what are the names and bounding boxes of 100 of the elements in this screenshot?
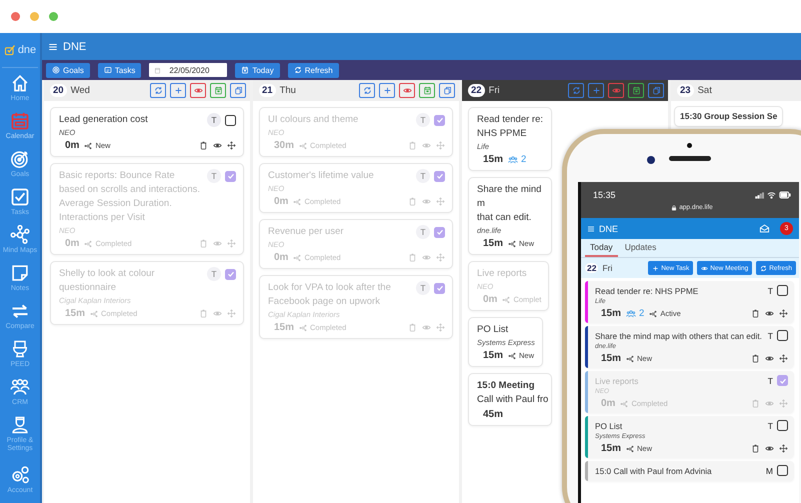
date-field[interactable]: 22/05/2020: [149, 63, 228, 77]
nodes-icon: [293, 198, 302, 206]
trash-icon[interactable]: [751, 309, 760, 318]
copy-button[interactable]: [648, 83, 664, 98]
battery-icon: [779, 189, 791, 201]
card-title: Customer's lifetime value: [268, 169, 375, 183]
eye-icon[interactable]: [765, 444, 774, 453]
toolbar-button[interactable]: Today: [235, 62, 280, 78]
duration: 45m: [483, 409, 504, 420]
move-icon[interactable]: [779, 444, 788, 453]
refresh-icon: [154, 86, 162, 95]
refresh-button[interactable]: [359, 83, 375, 98]
checkbox[interactable]: [434, 226, 445, 238]
plus-button[interactable]: [379, 83, 395, 98]
nodes-icon: [90, 310, 98, 318]
task-card[interactable]: 15:0 Call with Paul from Advinia M: [585, 461, 794, 481]
menu-icon[interactable]: [48, 42, 58, 52]
card-title: Shelly to look at colour questionnaire: [59, 267, 156, 295]
eye-icon[interactable]: [765, 309, 774, 318]
camera-lens: [647, 156, 655, 164]
eye-button[interactable]: [399, 83, 415, 98]
type-badge: T: [416, 113, 430, 127]
checkbox[interactable]: [777, 330, 788, 341]
plus-button[interactable]: [588, 83, 604, 98]
checkbox[interactable]: [777, 465, 788, 476]
day-number: 23: [677, 84, 694, 97]
plus-button[interactable]: [170, 83, 186, 98]
checkbox[interactable]: [225, 114, 236, 126]
eye-icon[interactable]: [765, 354, 774, 363]
type-badge: T: [416, 169, 430, 183]
tab[interactable]: Updates: [620, 239, 662, 257]
move-icon[interactable]: [779, 309, 788, 318]
checkbox[interactable]: [777, 285, 788, 296]
checkbox[interactable]: [225, 268, 236, 280]
type-badge: T: [207, 113, 221, 127]
calendar-icon: [154, 66, 162, 74]
plus-icon: [382, 86, 392, 95]
duration: 0m: [65, 140, 80, 151]
nodes-icon: [626, 354, 634, 362]
day-number: 22: [468, 84, 485, 97]
card-title: Look for VPA to look after the Facebook page on upwork: [268, 281, 392, 309]
nodes-icon: [620, 400, 628, 408]
copy-button[interactable]: [230, 83, 246, 98]
checkbox[interactable]: [777, 375, 788, 386]
trash-icon[interactable]: [751, 354, 760, 363]
card-title: Read tender re: NHS PPME: [595, 285, 700, 297]
meeting-card[interactable]: 15:0 Meeting Call with Paul fro 45m: [468, 373, 552, 426]
eye-icon[interactable]: [213, 141, 222, 150]
calendar-button[interactable]: [419, 83, 435, 98]
mail-icon[interactable]: [759, 223, 770, 234]
eye-button[interactable]: [608, 83, 624, 98]
toolbar-button[interactable]: Tasks: [98, 62, 142, 78]
check-icon: [436, 116, 444, 124]
trash-icon[interactable]: [199, 141, 208, 150]
eye-button[interactable]: [190, 83, 206, 98]
app-title: DNE: [63, 40, 86, 52]
nodes-icon: [299, 324, 308, 332]
check-icon: [436, 172, 444, 180]
checkbox[interactable]: [434, 114, 445, 126]
checkbox[interactable]: [434, 170, 445, 182]
checkbox[interactable]: [434, 282, 445, 294]
calendar-icon: [10, 111, 30, 131]
checkbox[interactable]: [777, 420, 788, 431]
app-title: DNE: [599, 224, 620, 234]
move-icon[interactable]: [227, 141, 236, 150]
refresh-button[interactable]: [150, 83, 166, 98]
trash-icon[interactable]: [751, 444, 760, 453]
nodes-icon: [10, 225, 30, 245]
type-badge: T: [207, 169, 221, 183]
target-icon: [52, 66, 60, 74]
copy-button[interactable]: [439, 83, 455, 98]
participant-count: 2: [639, 308, 644, 319]
speaker-slot: [669, 156, 711, 161]
card-title: 15:30 Group Session Se: [680, 110, 778, 123]
logo-icon: [4, 44, 16, 56]
calendar-icon: [422, 86, 432, 95]
nodes-icon: [649, 310, 658, 318]
calendar-button[interactable]: [210, 83, 226, 98]
day-name: Thu: [280, 85, 296, 96]
card-title: Share the mind m that can edit.: [477, 183, 542, 225]
type-badge: T: [416, 225, 430, 239]
nodes-icon: [84, 240, 92, 248]
calendar-icon: [632, 86, 640, 95]
menu-icon[interactable]: [587, 224, 595, 232]
refresh-button[interactable]: [568, 83, 584, 98]
copy-icon: [442, 86, 452, 95]
move-icon[interactable]: [779, 354, 788, 363]
window-dot[interactable]: [49, 12, 58, 21]
refresh-icon: [362, 86, 372, 95]
checkbox[interactable]: [225, 170, 236, 182]
meeting-card[interactable]: 15:30 Group Session Se: [674, 106, 784, 127]
window-dot[interactable]: [30, 12, 39, 21]
card-title: PO List: [477, 323, 510, 337]
toolbar-button[interactable]: Goals: [46, 62, 90, 78]
duration: 0m: [274, 252, 288, 263]
calendar-button[interactable]: [628, 83, 644, 98]
duration: 15m: [601, 308, 622, 319]
window-dot[interactable]: [11, 12, 20, 21]
card-title: Lead generation cost: [59, 113, 149, 127]
toolbar-button[interactable]: Refresh: [288, 62, 339, 78]
